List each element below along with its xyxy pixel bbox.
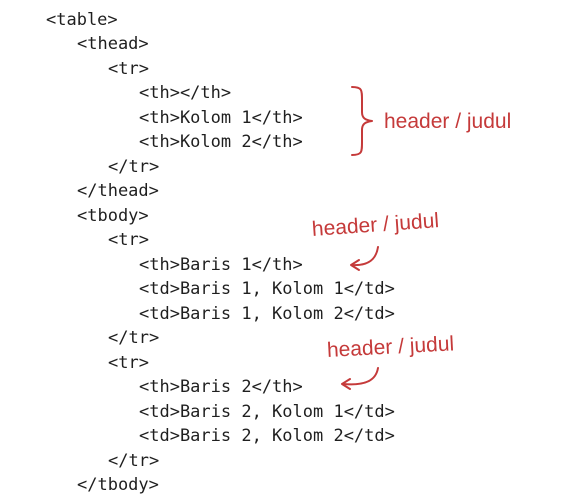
code-line-tr-close: </tr> (108, 157, 160, 177)
code-line-tr-close-1: </tr> (108, 328, 160, 348)
code-line-th-baris2: <th>Baris 2</th> (139, 377, 303, 397)
code-line-th-baris1: <th>Baris 1</th> (139, 255, 303, 275)
code-line-td-b2k2: <td>Baris 2, Kolom 2</td> (139, 426, 395, 446)
code-line-tr-close-2: </tr> (108, 451, 160, 471)
annotation-row1-label: header / judul (311, 209, 440, 241)
code-line-td-b1k2: <td>Baris 1, Kolom 2</td> (139, 304, 395, 324)
code-line-tr-open: <tr> (108, 59, 149, 79)
diagram-canvas: <table> <thead> <tr> <th></th> <th>Kolom… (0, 0, 580, 500)
annotation-thead-label: header / judul (384, 110, 512, 133)
code-line-thead-open: <thead> (77, 34, 149, 54)
code-line-th-empty: <th></th> (139, 83, 232, 103)
code-line-td-b1k1: <td>Baris 1, Kolom 1</td> (139, 279, 395, 299)
arrowhead-icon-row1 (350, 259, 360, 271)
arrow-icon-row2 (342, 367, 379, 386)
code-line-th-kolom2: <th>Kolom 2</th> (139, 132, 303, 152)
arrow-icon-row1 (351, 246, 379, 267)
code-line-tr-open-2: <tr> (108, 353, 149, 373)
code-line-tbody-open: <tbody> (77, 206, 149, 226)
code-line-tbody-close: </tbody> (77, 475, 159, 495)
code-line-th-kolom1: <th>Kolom 1</th> (139, 108, 303, 128)
arrowhead-icon-row2 (341, 378, 351, 390)
code-line-td-b2k1: <td>Baris 2, Kolom 1</td> (139, 402, 395, 422)
brace-icon (351, 86, 373, 156)
code-line-tr-open-1: <tr> (108, 230, 149, 250)
code-line-thead-close: </thead> (77, 181, 159, 201)
annotation-row2-label: header / judul (326, 332, 455, 362)
code-line-table-open: <table> (46, 10, 118, 30)
